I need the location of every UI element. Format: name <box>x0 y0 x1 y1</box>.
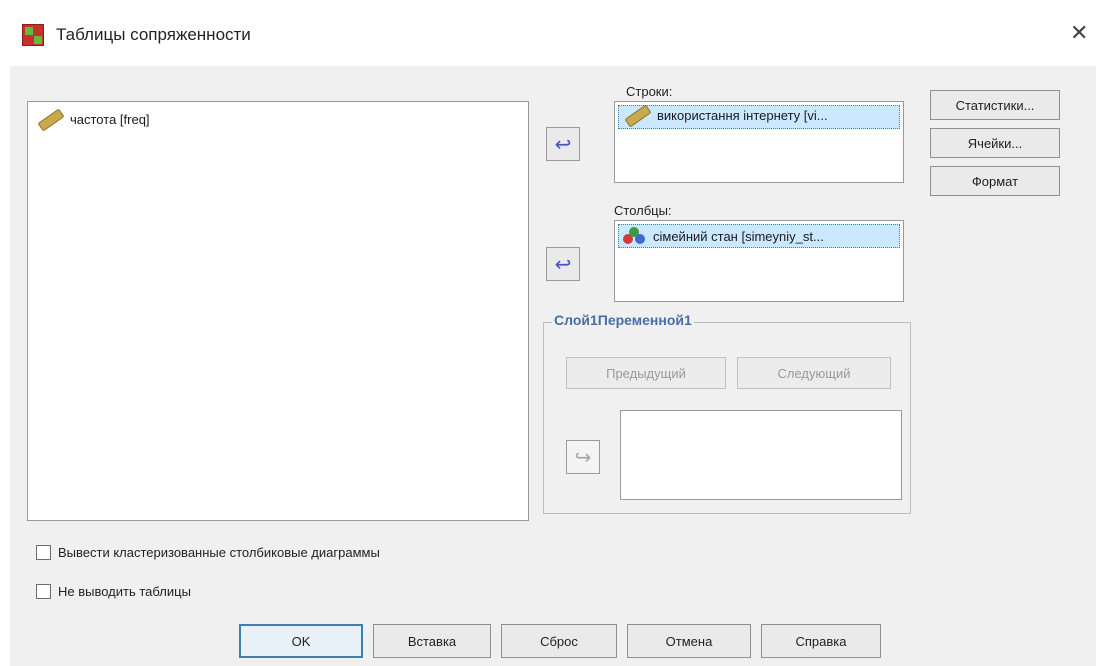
next-layer-button[interactable]: Следующий <box>737 357 891 389</box>
move-to-columns-button[interactable]: ↩ <box>546 247 580 281</box>
rows-item[interactable]: використання інтернету [vi... <box>624 103 828 128</box>
variable-label: використання інтернету [vi... <box>657 108 828 123</box>
variable-label: сімейний стан [simeyniy_st... <box>653 228 824 244</box>
move-to-layer-button[interactable]: ↪ <box>566 440 600 474</box>
help-button[interactable]: Справка <box>761 624 881 658</box>
clustered-bars-checkbox[interactable] <box>36 545 51 560</box>
scale-ruler-icon <box>37 107 65 132</box>
window-title: Таблицы сопряженности <box>56 25 251 44</box>
variable-label: частота [freq] <box>70 112 150 127</box>
cells-button[interactable]: Ячейки... <box>930 128 1060 158</box>
rows-list[interactable]: використання інтернету [vi... <box>614 101 904 183</box>
rows-label: Строки: <box>626 84 673 99</box>
columns-list[interactable]: сімейний стан [simeyniy_st... <box>614 220 904 302</box>
crosstabs-app-icon <box>22 24 44 46</box>
layer-title: Слой1Переменной1 <box>552 312 694 328</box>
clustered-bars-label: Вывести кластеризованные столбиковые диа… <box>58 545 380 560</box>
cancel-button[interactable]: Отмена <box>627 624 751 658</box>
ok-button[interactable]: OK <box>239 624 363 658</box>
reset-button[interactable]: Сброс <box>501 624 617 658</box>
suppress-tables-checkbox[interactable] <box>36 584 51 599</box>
arrow-left-icon: ↩ <box>554 253 572 276</box>
title-bar: Таблицы сопряженности ✕ <box>0 0 1096 66</box>
arrow-left-icon: ↩ <box>554 133 572 156</box>
move-to-rows-button[interactable]: ↩ <box>546 127 580 161</box>
close-icon[interactable]: ✕ <box>1070 20 1088 46</box>
statistics-button[interactable]: Статистики... <box>930 90 1060 120</box>
source-variable-list[interactable]: частота [freq] <box>27 101 529 521</box>
nominal-balls-icon <box>623 227 647 245</box>
layer-list[interactable] <box>620 410 902 500</box>
paste-button[interactable]: Вставка <box>373 624 491 658</box>
format-button[interactable]: Формат <box>930 166 1060 196</box>
list-item[interactable]: частота [freq] <box>37 107 150 132</box>
previous-layer-button[interactable]: Предыдущий <box>566 357 726 389</box>
columns-item[interactable]: сімейний стан [simeyniy_st... <box>623 227 824 245</box>
columns-label: Столбцы: <box>614 203 672 218</box>
suppress-tables-label: Не выводить таблицы <box>58 584 191 599</box>
arrow-right-icon: ↪ <box>574 446 592 469</box>
